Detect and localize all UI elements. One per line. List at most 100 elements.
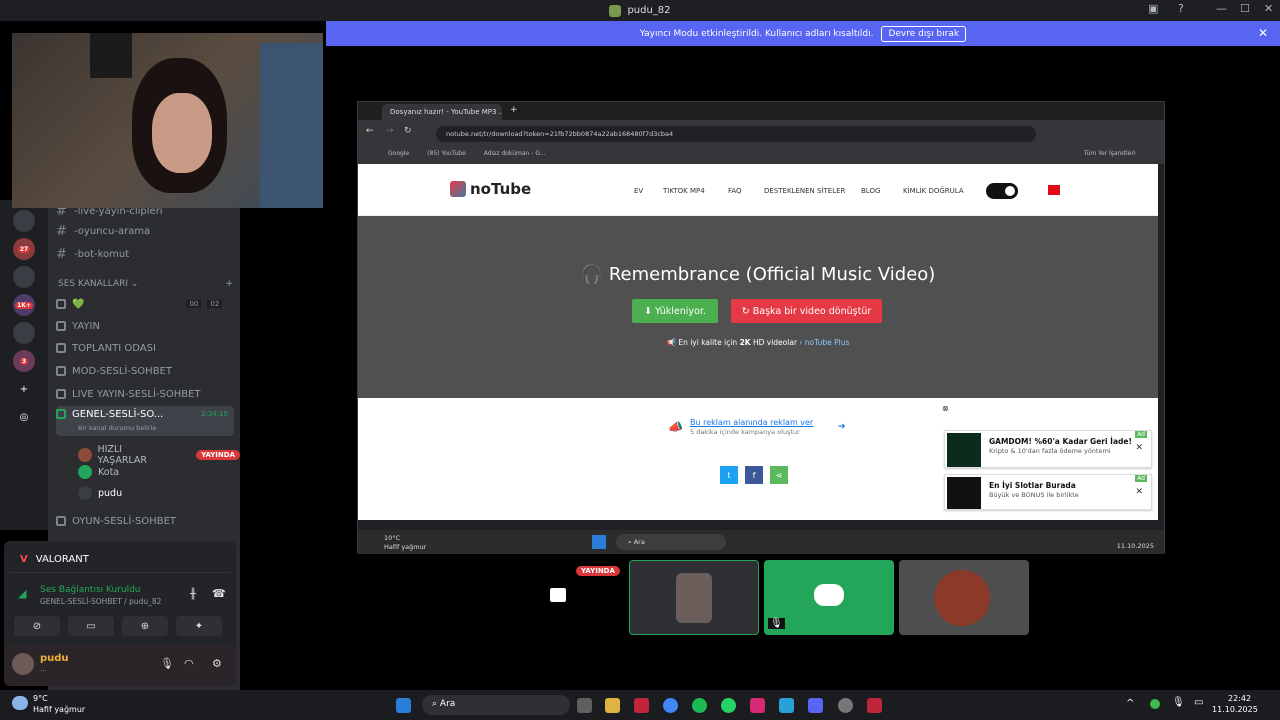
notube-plus-link[interactable]: › noTube Plus	[799, 338, 849, 347]
close-icon[interactable]: ✕	[1135, 443, 1143, 453]
voice-channel[interactable]: LIVE YAYIN-SESLİ-SOHBET	[56, 385, 201, 403]
file-explorer-icon[interactable]	[605, 698, 620, 713]
text-channel[interactable]: # -oyuncu-arama	[56, 222, 150, 240]
nav-tiktok[interactable]: TIKTOK MP4	[663, 187, 705, 195]
stream-tile[interactable]: YAYINDA	[494, 560, 624, 635]
windows-start-icon[interactable]	[592, 535, 606, 549]
server-icon[interactable]	[13, 210, 35, 232]
user-tile[interactable]	[629, 560, 759, 635]
close-icon[interactable]: ✕	[1135, 487, 1143, 497]
soundboard-button[interactable]: ✦	[176, 616, 222, 636]
tray-chevron-icon[interactable]: ^	[1126, 698, 1134, 709]
inbox-icon[interactable]: ▣	[1148, 2, 1158, 15]
voice-channel-active[interactable]: GENEL-SESLİ-SO... 2:34:10 Bir kanal duru…	[56, 406, 234, 436]
facebook-share-button[interactable]: f	[745, 466, 763, 484]
connection-status[interactable]: Ses Bağlantısı Kuruldu	[40, 585, 140, 595]
chrome-icon[interactable]	[663, 698, 678, 713]
settings-gear-icon[interactable]: ⚙	[212, 657, 222, 670]
server-icon[interactable]: 27	[13, 238, 35, 260]
voice-member[interactable]: Kota	[78, 465, 119, 479]
nav-blog[interactable]: BLOG	[861, 187, 880, 195]
discord-app-icon[interactable]	[808, 698, 823, 713]
instagram-icon[interactable]	[750, 698, 765, 713]
app-icon[interactable]	[838, 698, 853, 713]
forward-icon[interactable]: →	[386, 126, 394, 136]
help-icon[interactable]: ?	[1178, 2, 1184, 15]
task-view-icon[interactable]	[577, 698, 592, 713]
voice-member[interactable]: HIZLI YAŞARLAR YAYINDA	[78, 444, 240, 466]
new-tab-icon[interactable]: +	[510, 105, 518, 115]
discord-tile[interactable]: 🎙	[764, 560, 894, 635]
nav-supported-sites[interactable]: DESTEKLENEN SİTELER	[764, 187, 845, 195]
disable-streamer-mode-button[interactable]: Devre dışı bırak	[881, 25, 967, 42]
url-input[interactable]: notube.net/tr/download?token=21fb72bb087…	[436, 126, 1036, 142]
app-icon[interactable]	[779, 698, 794, 713]
valorant-app-icon[interactable]	[634, 698, 649, 713]
server-icon[interactable]: 3	[13, 350, 35, 372]
server-icon[interactable]	[13, 266, 35, 288]
browser-tab[interactable]: Dosyanız hazır! - YouTube MP3 ...	[382, 104, 502, 120]
avatar[interactable]	[12, 653, 34, 675]
nav-home[interactable]: EV	[634, 187, 643, 195]
microphone-icon[interactable]: 🎙	[1172, 697, 1185, 708]
channel-status[interactable]: Bir kanal durumu belirle	[78, 424, 156, 432]
server-icon[interactable]: 1K+	[13, 294, 35, 316]
bookmark-youtube[interactable]: (85) YouTube	[427, 150, 466, 157]
taskbar-search[interactable]: ⌕ Ara	[616, 534, 726, 550]
noise-suppression-icon[interactable]: ╫	[190, 589, 196, 600]
user-tile[interactable]	[899, 560, 1029, 635]
theme-toggle[interactable]	[986, 183, 1018, 199]
convert-another-button[interactable]: ↻ Başka bir video dönüştür	[731, 299, 882, 323]
close-icon[interactable]: ✕	[1258, 26, 1268, 40]
add-server-icon[interactable]: +	[13, 378, 35, 400]
disconnect-icon[interactable]: ☎	[212, 587, 226, 600]
ad-close-icon[interactable]: ⊗	[942, 404, 949, 413]
discover-icon[interactable]: ◎	[13, 406, 35, 428]
share-button[interactable]: ⋖	[770, 466, 788, 484]
close-window-button[interactable]: ✕	[1264, 2, 1273, 15]
bookmark-google[interactable]: Google	[388, 150, 409, 157]
tray-app-icon[interactable]	[1150, 699, 1160, 709]
voice-member[interactable]: pudu	[78, 486, 122, 500]
back-icon[interactable]: ←	[366, 126, 374, 136]
download-button[interactable]: ⬇ Yükleniyor.	[632, 299, 718, 323]
turkey-flag-icon[interactable]	[1048, 185, 1060, 195]
connection-channel[interactable]: GENEL-SESLİ-SOHBET / pudu_82	[40, 597, 161, 606]
background-door	[260, 43, 323, 208]
all-bookmarks[interactable]: Tüm Yer İşaretleri	[1084, 150, 1136, 157]
maximize-button[interactable]: ☐	[1240, 2, 1250, 15]
bookmark-docs[interactable]: Adsız doküman - G...	[484, 150, 546, 157]
whatsapp-icon[interactable]	[721, 698, 736, 713]
arrow-icon[interactable]: ➔	[838, 422, 846, 432]
camera-off-button[interactable]: ⊘	[14, 616, 60, 636]
notube-logo[interactable]: noTube	[450, 180, 531, 198]
voice-channel[interactable]: YAYIN	[56, 317, 100, 335]
text-channel[interactable]: # -bot-komut	[56, 245, 129, 263]
voice-category[interactable]: SES KANALLARI ⌄ +	[58, 279, 233, 289]
minimize-button[interactable]: —	[1216, 2, 1227, 15]
network-icon[interactable]: ▭	[1194, 697, 1203, 708]
nav-auth[interactable]: KİMLİK DOĞRULA	[903, 187, 964, 195]
windows-start-icon[interactable]	[396, 698, 411, 713]
twitter-share-button[interactable]: t	[720, 466, 738, 484]
headphones-icon[interactable]: ◠	[184, 657, 194, 670]
reload-icon[interactable]: ↻	[404, 126, 412, 136]
spotify-icon[interactable]	[692, 698, 707, 713]
advertise-link[interactable]: Bu reklam alanında reklam ver	[690, 418, 813, 427]
taskbar-search[interactable]: ⌕ Ara	[422, 695, 570, 715]
ad-card[interactable]: En İyi Slotlar Burada Büyük ve BONUS ile…	[944, 474, 1152, 510]
microphone-icon[interactable]: 🎙	[160, 657, 174, 670]
server-icon[interactable]	[13, 322, 35, 344]
voice-channel[interactable]: MOD-SESLİ-SOHBET	[56, 362, 172, 380]
speaker-icon	[56, 389, 66, 399]
activity-button[interactable]: ⊕	[122, 616, 168, 636]
nav-faq[interactable]: FAQ	[728, 187, 742, 195]
voice-channel[interactable]: 💚 00 02	[56, 295, 223, 313]
screen-share-button[interactable]: ▭	[68, 616, 114, 636]
game-activity[interactable]: V VALORANT	[10, 547, 230, 573]
voice-channel[interactable]: OYUN-SESLİ-SOHBET	[56, 512, 176, 530]
riot-client-icon[interactable]	[867, 698, 882, 713]
voice-channel[interactable]: TOPLANTI ODASI	[56, 339, 156, 357]
server-rail: 27 1K+ 3 + ◎	[0, 200, 48, 530]
ad-card[interactable]: GAMDOM! %60'a Kadar Geri İade! Kripto & …	[944, 430, 1152, 468]
